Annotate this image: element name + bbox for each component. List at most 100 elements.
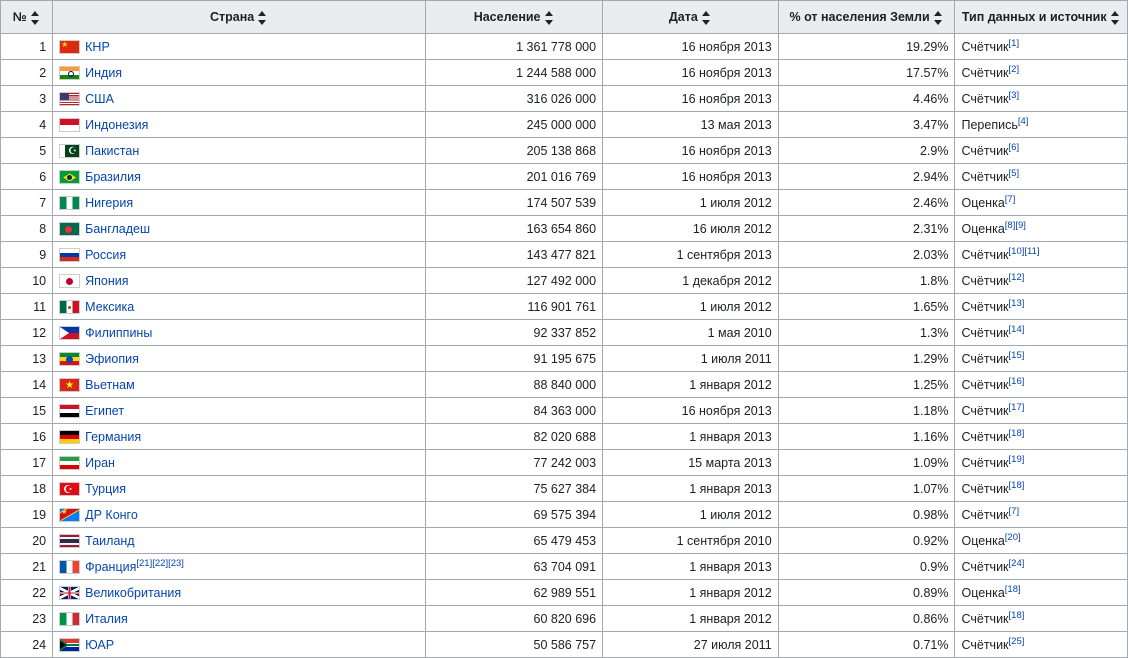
country-link[interactable]: Вьетнам: [85, 378, 135, 392]
cell-source: Счётчик[2]: [955, 60, 1128, 86]
ref-link[interactable]: [18]: [1009, 428, 1025, 439]
cell-date: 1 июля 2012: [603, 190, 779, 216]
ref-link[interactable]: [22]: [152, 558, 168, 569]
country-link[interactable]: США: [85, 92, 114, 106]
country-link[interactable]: Япония: [85, 274, 128, 288]
cell-number: 10: [1, 268, 53, 294]
ref-link[interactable]: [5]: [1009, 168, 1020, 179]
cell-date: 1 июля 2012: [603, 294, 779, 320]
cell-number: 24: [1, 632, 53, 658]
cell-population: 60 820 696: [426, 606, 603, 632]
country-link[interactable]: Нигерия: [85, 196, 133, 210]
country-link[interactable]: КНР: [85, 40, 110, 54]
country-link[interactable]: Бангладеш: [85, 222, 150, 236]
country-link[interactable]: Иран: [85, 456, 115, 470]
ref-link[interactable]: [11]: [1024, 246, 1039, 257]
ref-link[interactable]: [6]: [1009, 142, 1020, 153]
cell-source: Счётчик[14]: [955, 320, 1128, 346]
ref-link[interactable]: [8]: [1005, 220, 1016, 231]
ref-link[interactable]: [4]: [1018, 116, 1029, 127]
cell-country: Иран: [53, 450, 426, 476]
ref-link[interactable]: [18]: [1005, 584, 1021, 595]
source-type: Счётчик: [961, 508, 1008, 522]
ref-link[interactable]: [24]: [1009, 558, 1025, 569]
header-source[interactable]: Тип данных и источник: [955, 1, 1128, 34]
ref-link[interactable]: [1]: [1009, 38, 1020, 49]
cell-percent: 4.46%: [778, 86, 955, 112]
flag-icon: [59, 586, 80, 600]
ref-link[interactable]: [2]: [1009, 64, 1020, 75]
country-link[interactable]: Италия: [85, 612, 128, 626]
header-date[interactable]: Дата: [603, 1, 779, 34]
ref-link[interactable]: [15]: [1009, 350, 1025, 361]
ref-link[interactable]: [13]: [1009, 298, 1025, 309]
ref-link[interactable]: [21]: [136, 558, 152, 569]
country-link[interactable]: ДР Конго: [85, 508, 138, 522]
cell-date: 1 января 2013: [603, 424, 779, 450]
table-row: 11Мексика116 901 7611 июля 20121.65%Счёт…: [1, 294, 1128, 320]
cell-percent: 2.9%: [778, 138, 955, 164]
cell-population: 65 479 453: [426, 528, 603, 554]
cell-source: Перепись[4]: [955, 112, 1128, 138]
cell-date: 1 января 2012: [603, 606, 779, 632]
source-type: Счётчик: [961, 66, 1008, 80]
header-population[interactable]: Население: [426, 1, 603, 34]
ref-link[interactable]: [20]: [1005, 532, 1021, 543]
cell-country: Египет: [53, 398, 426, 424]
header-number[interactable]: №: [1, 1, 53, 34]
ref-link[interactable]: [23]: [168, 558, 184, 569]
country-link[interactable]: Россия: [85, 248, 126, 262]
source-type: Счётчик: [961, 40, 1008, 54]
cell-source: Оценка[20]: [955, 528, 1128, 554]
header-country[interactable]: Страна: [53, 1, 426, 34]
table-row: 24ЮАР50 586 75727 июля 20110.71%Счётчик[…: [1, 632, 1128, 658]
country-link[interactable]: ЮАР: [85, 638, 114, 652]
country-link[interactable]: Индонезия: [85, 118, 148, 132]
source-type: Оценка: [961, 534, 1004, 548]
country-link[interactable]: Филиппины: [85, 326, 152, 340]
ref-link[interactable]: [12]: [1009, 272, 1025, 283]
cell-percent: 19.29%: [778, 34, 955, 60]
cell-percent: 0.98%: [778, 502, 955, 528]
cell-percent: 0.86%: [778, 606, 955, 632]
table-row: 5Пакистан205 138 86816 ноября 20132.9%Сч…: [1, 138, 1128, 164]
ref-link[interactable]: [7]: [1009, 506, 1020, 517]
country-link[interactable]: Франция: [85, 560, 136, 574]
ref-link[interactable]: [18]: [1009, 480, 1025, 491]
country-link[interactable]: Бразилия: [85, 170, 141, 184]
country-link[interactable]: Великобритания: [85, 586, 181, 600]
country-link[interactable]: Египет: [85, 404, 124, 418]
ref-link[interactable]: [9]: [1015, 220, 1026, 231]
country-link[interactable]: Таиланд: [85, 534, 134, 548]
cell-country: КНР: [53, 34, 426, 60]
country-link[interactable]: Турция: [85, 482, 126, 496]
sort-icon: [31, 11, 41, 25]
ref-link[interactable]: [18]: [1009, 610, 1025, 621]
ref-link[interactable]: [19]: [1009, 454, 1025, 465]
ref-link[interactable]: [14]: [1009, 324, 1025, 335]
source-type: Счётчик: [961, 612, 1008, 626]
country-link[interactable]: Пакистан: [85, 144, 139, 158]
country-link[interactable]: Индия: [85, 66, 122, 80]
sort-icon: [258, 11, 268, 25]
cell-number: 16: [1, 424, 53, 450]
source-refs: [17]: [1009, 402, 1025, 413]
cell-date: 1 июля 2011: [603, 346, 779, 372]
cell-source: Счётчик[5]: [955, 164, 1128, 190]
source-refs: [1]: [1009, 38, 1020, 49]
country-link[interactable]: Германия: [85, 430, 141, 444]
source-type: Счётчик: [961, 560, 1008, 574]
table-row: 22Великобритания62 989 5511 января 20120…: [1, 580, 1128, 606]
ref-link[interactable]: [7]: [1005, 194, 1016, 205]
ref-link[interactable]: [25]: [1009, 636, 1025, 647]
country-link[interactable]: Эфиопия: [85, 352, 139, 366]
cell-source: Оценка[7]: [955, 190, 1128, 216]
country-link[interactable]: Мексика: [85, 300, 134, 314]
cell-source: Счётчик[3]: [955, 86, 1128, 112]
ref-link[interactable]: [16]: [1009, 376, 1025, 387]
cell-source: Счётчик[10][11]: [955, 242, 1128, 268]
header-percent[interactable]: % от населения Земли: [778, 1, 955, 34]
ref-link[interactable]: [3]: [1009, 90, 1020, 101]
ref-link[interactable]: [10]: [1009, 246, 1025, 257]
ref-link[interactable]: [17]: [1009, 402, 1025, 413]
